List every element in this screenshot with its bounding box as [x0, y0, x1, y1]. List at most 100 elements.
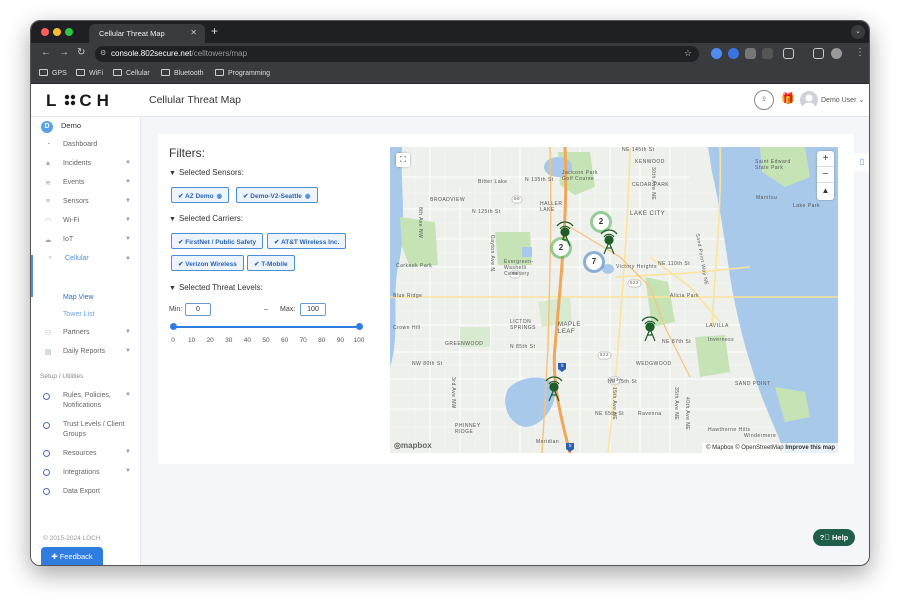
sidebar-item-dashboard[interactable]: ◔ Dashboard — [31, 141, 141, 157]
side-panel-icon[interactable] — [813, 48, 824, 59]
map-label: Jackson Park Golf Course — [562, 170, 599, 182]
tower-cluster[interactable]: 2 — [553, 240, 569, 256]
extensions-puzzle-icon[interactable] — [783, 48, 794, 59]
feedback-button[interactable]: ✚ Feedback — [41, 547, 103, 565]
map-label: BROADVIEW — [430, 197, 466, 203]
sidebar-item-trust-levels[interactable]: Trust Levels / Client Groups — [63, 420, 127, 440]
sidebar-item-cellular[interactable]: ♆ Cellular ▲ — [31, 255, 141, 297]
bookmark-star-icon[interactable]: ☆ — [684, 48, 692, 59]
carrier-chip-att[interactable]: ✔ AT&T Wireless Inc. — [267, 233, 347, 249]
sidebar-item-wifi[interactable]: ◠ Wi-Fi ▼ — [31, 217, 141, 233]
map-label: GREENWOOD — [445, 341, 484, 347]
compass-icon[interactable]: ▲ — [817, 183, 834, 199]
zoom-out-button[interactable]: − — [817, 167, 834, 183]
org-badge: D — [41, 121, 53, 133]
map-label: Carkeek Park — [396, 263, 433, 269]
extension-1-icon[interactable] — [711, 48, 722, 59]
wifi-icon: ◉ — [304, 193, 311, 200]
address-bar[interactable]: ⚙ console.802secure.net/celltowers/map ☆ — [95, 46, 699, 62]
slider-min-handle[interactable] — [170, 323, 177, 330]
tab-search-icon[interactable]: ⌄ — [851, 25, 865, 39]
browser-tab[interactable]: Cellular Threat Map ✕ — [89, 24, 205, 43]
avatar[interactable] — [800, 91, 818, 109]
improve-map-link[interactable]: Improve this map — [785, 445, 835, 451]
extension-2-icon[interactable] — [728, 48, 739, 59]
sidebar-item-events[interactable]: ≋ Events ▼ — [31, 179, 141, 195]
chevron-down-icon: ▼ — [125, 217, 131, 223]
new-tab-icon[interactable]: + — [211, 24, 218, 38]
max-label: Max: — [280, 306, 296, 313]
sidebar-item-data-export[interactable]: Data Export — [63, 487, 127, 497]
sidebar-item-daily-reports[interactable]: ▤ Daily Reports ▼ — [31, 348, 141, 364]
help-button[interactable]: ?⃝ Help — [813, 529, 855, 546]
map-label: Inverness — [708, 337, 735, 343]
back-icon[interactable]: ← — [41, 47, 51, 58]
sidebar-item-iot[interactable]: ☁ IoT ▼ — [31, 236, 141, 252]
org-selector[interactable]: D Demo — [41, 121, 81, 133]
tower-cluster[interactable]: 2 — [593, 214, 609, 230]
map-label: Evergreen-Washelli Cemetery — [504, 259, 534, 277]
map-label: NE 87th St — [662, 339, 692, 345]
slider-max-handle[interactable] — [356, 323, 363, 330]
fullscreen-icon[interactable]: ⛶ — [396, 153, 410, 167]
bookmark-programming[interactable]: Programming — [215, 69, 270, 77]
map-label: Meridian — [536, 439, 560, 445]
circle-icon — [43, 422, 50, 429]
browser-menu-icon[interactable]: ⋮ — [855, 47, 865, 58]
maximize-window-button[interactable] — [65, 28, 73, 36]
bookmark-gps[interactable]: GPS — [39, 69, 67, 77]
sidebar-item-integrations[interactable]: Integrations — [63, 468, 127, 478]
min-label: Min: — [169, 306, 183, 313]
sidebar-item-incidents[interactable]: ▲ Incidents ▼ — [31, 160, 141, 176]
slider-tick-label: 10 — [187, 337, 196, 344]
map-label: NE 65th St — [595, 411, 625, 417]
sidebar-item-rules[interactable]: Rules, Policies, Notifications — [63, 391, 127, 411]
site-info-icon[interactable]: ⚙ — [100, 49, 106, 57]
extension-3-icon[interactable] — [745, 48, 756, 59]
panel-toggle-icon[interactable]: ▯ — [853, 153, 869, 171]
browser-tab-bar: Cellular Threat Map ✕ + ⌄ — [31, 21, 869, 43]
threat-range-slider[interactable] — [173, 326, 359, 328]
tab-close-icon[interactable]: ✕ — [190, 28, 197, 37]
bookmark-bluetooth[interactable]: Bluetooth — [161, 69, 204, 77]
sidebar-subitem-map-view[interactable]: Map View — [63, 294, 94, 301]
route-shield: 99 — [512, 271, 519, 276]
wifi-icon: ◠ — [44, 218, 52, 225]
sidebar-subitem-tower-list[interactable]: Tower List — [63, 311, 95, 318]
slider-tick-label: 90 — [336, 337, 344, 344]
tower-cluster[interactable]: 7 — [586, 254, 602, 270]
zoom-in-button[interactable]: + — [817, 151, 834, 167]
profile-icon[interactable] — [831, 48, 842, 59]
minimize-window-button[interactable] — [53, 28, 61, 36]
extension-4-icon[interactable] — [762, 48, 773, 59]
user-menu[interactable]: Demo User ⌄ — [821, 96, 864, 104]
mapbox-logo[interactable]: ◎mapbox — [394, 441, 432, 450]
max-threat-input[interactable]: 100 — [300, 303, 326, 316]
map-label: 8th Ave NW — [417, 207, 423, 239]
sidebar-item-partners[interactable]: ⚇ Partners ▼ — [31, 329, 141, 345]
close-window-button[interactable] — [41, 28, 49, 36]
chevron-up-icon: ▲ — [125, 255, 131, 261]
gift-icon[interactable]: 🎁 — [781, 92, 795, 105]
route-shield: 522 — [630, 280, 640, 285]
sensor-chip-az-demo[interactable]: ✔ AZ Demo ◉ — [171, 187, 230, 203]
sidebar-item-sensors[interactable]: ≡ Sensors ▼ — [31, 198, 141, 214]
threat-map[interactable]: NE 145th St KENWOOD Jackson Park Golf Co… — [390, 147, 838, 453]
bookmarks-bar: GPS WiFi Cellular Bluetooth Programming — [31, 65, 869, 84]
chevron-down-icon: ▼ — [125, 348, 131, 354]
bookmark-wifi[interactable]: WiFi — [76, 69, 103, 77]
forward-icon[interactable]: → — [59, 47, 69, 58]
map-label: MAPLE LEAF — [558, 322, 581, 335]
carrier-chip-verizon[interactable]: ✔ Verizon Wireless — [171, 255, 244, 271]
lightbulb-icon[interactable]: ♀ — [754, 90, 774, 110]
slider-tick-label: 70 — [299, 337, 307, 344]
sensor-chip-demo-v2-seattle[interactable]: ✔ Demo-V2-Seattle ◉ — [236, 187, 318, 203]
carrier-chip-tmobile[interactable]: ✔ T-Mobile — [247, 255, 295, 271]
min-threat-input[interactable]: 0 — [185, 303, 211, 316]
bookmark-cellular[interactable]: Cellular — [113, 69, 150, 77]
carrier-chip-firstnet[interactable]: ✔ FirstNet / Public Safety — [171, 233, 264, 249]
reload-icon[interactable]: ↻ — [77, 47, 85, 58]
chevron-down-icon: ▼ — [125, 198, 131, 204]
loch-logo[interactable]: L CH — [46, 91, 114, 111]
sidebar-item-resources[interactable]: Resources — [63, 449, 127, 459]
